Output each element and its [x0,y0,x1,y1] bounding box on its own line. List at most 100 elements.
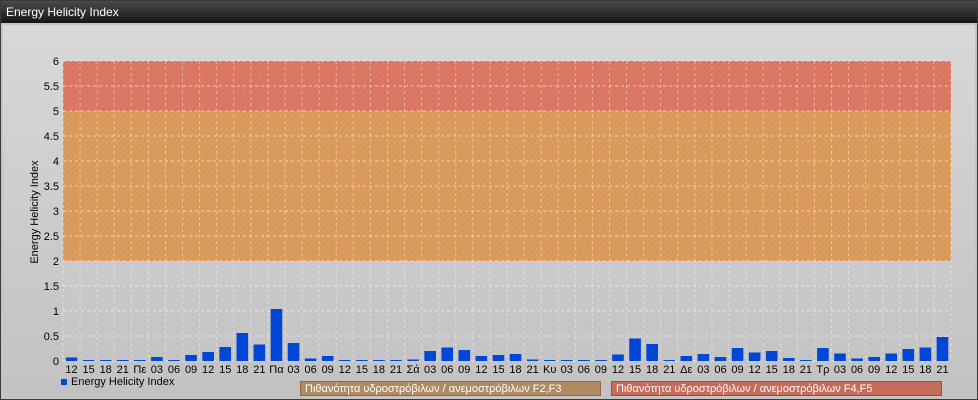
bar [287,343,300,361]
x-tick-label: 18 [100,364,112,376]
x-tick-label: 03 [424,364,436,376]
bar [578,360,590,361]
bar [424,351,436,361]
x-tick-label: 15 [492,364,504,376]
x-tick-label: 12 [612,364,624,376]
bar [902,349,915,361]
y-tick-label: 5.5 [44,81,59,93]
bar [270,309,283,361]
bar [868,357,880,361]
bar [407,359,419,361]
x-tick-label: Δε [680,364,692,376]
legend-band-f2f3[interactable]: Πιθανότητα υδροστρόβιλων / ανεμοστρόβιλω… [300,381,601,396]
bar [834,353,846,361]
y-tick-label: 2 [53,256,59,268]
x-tick-label: 06 [168,364,180,376]
x-tick-label: 18 [236,364,248,376]
bar [116,360,129,361]
bar [82,360,95,361]
bar [663,360,676,361]
bar [851,358,863,361]
x-tick-label: 12 [202,364,214,376]
x-tick-label: 18 [783,364,795,376]
bar [219,347,232,361]
x-tick-label: 21 [800,364,812,376]
legend-label: Energy Helicity Index [71,376,175,388]
bar [253,344,266,361]
bar [321,356,334,361]
window-title: Energy Helicity Index [1,1,977,23]
x-tick-label: 15 [629,364,641,376]
bar [714,357,727,361]
x-tick-label: 15 [356,364,368,376]
x-tick-label: 09 [458,364,470,376]
y-tick-label: 4 [53,156,59,168]
bar [65,357,78,361]
bar [612,354,624,361]
x-tick-label: 21 [936,364,948,376]
x-tick-label: 18 [646,364,658,376]
bar [697,354,710,361]
x-tick-label: Κυ [543,364,556,376]
bar [475,356,488,361]
bar [390,360,402,361]
bar [168,360,180,361]
x-tick-label: 09 [185,364,197,376]
bar [526,359,539,361]
legend-swatch [61,379,67,386]
bar [509,354,522,361]
x-tick-label: 15 [219,364,231,376]
y-tick-label: 0 [53,356,59,368]
y-tick-label: 2.5 [44,231,59,243]
x-tick-label: 18 [509,364,521,376]
bar [202,352,214,361]
x-tick-label: Σά [406,364,420,376]
bar [782,358,795,361]
x-tick-label: 18 [919,364,931,376]
x-tick-label: 12 [339,364,351,376]
bar [236,333,249,361]
bar [458,350,471,361]
x-tick-label: 15 [902,364,914,376]
bar [800,360,812,361]
y-tick-label: 5 [53,106,59,118]
x-tick-label: 03 [151,364,163,376]
bar [646,344,658,361]
x-tick-label: 21 [526,364,538,376]
x-tick-label: 03 [561,364,573,376]
x-tick-label: 15 [82,364,94,376]
y-tick-label: 6 [53,56,59,68]
legend-band-f2f3-label: Πιθανότητα υδροστρόβιλων / ανεμοστρόβιλω… [305,383,562,395]
x-tick-label: 12 [885,364,897,376]
bar [748,352,761,361]
x-tick-label: 15 [766,364,778,376]
x-tick-label: 06 [441,364,453,376]
x-tick-label: 12 [748,364,760,376]
x-tick-label: 06 [851,364,863,376]
bar [936,337,949,361]
bar [356,360,368,361]
chart-window: Energy Helicity Index 0 0.5 1 1.5 2 2.5 3 3.5 4 4… [0,0,978,400]
x-tick-label: 09 [868,364,880,376]
legend-item-ehi[interactable]: Energy Helicity Index [61,376,174,388]
chart-area: 0 0.5 1 1.5 2 2.5 3 3.5 4 4.5 5 5.5 6 12 15 18 21 Πε 03 06… [3,25,975,397]
bar [919,347,932,361]
bar [304,358,317,361]
x-tick-label: 06 [714,364,726,376]
x-tick-label: 09 [322,364,334,376]
bar [441,347,454,361]
bar [99,360,112,361]
x-tick-label: 21 [390,364,402,376]
y-tick-label: 3 [53,206,59,218]
y-tick-label: 0.5 [44,331,59,343]
x-tick-label: 09 [731,364,743,376]
x-tick-label: 06 [578,364,590,376]
bar [629,338,641,361]
bar [817,348,829,361]
bar [373,360,385,361]
legend-band-f4f5[interactable]: Πιθανότητα υδροστρόβιλων / ανεμοστρόβιλω… [611,381,942,396]
x-tick-label: 21 [663,364,675,376]
legend-band-f4f5-label: Πιθανότητα υδροστρόβιλων / ανεμοστρόβιλω… [616,383,873,395]
x-tick-label: 12 [65,364,77,376]
x-tick-label: 03 [697,364,709,376]
